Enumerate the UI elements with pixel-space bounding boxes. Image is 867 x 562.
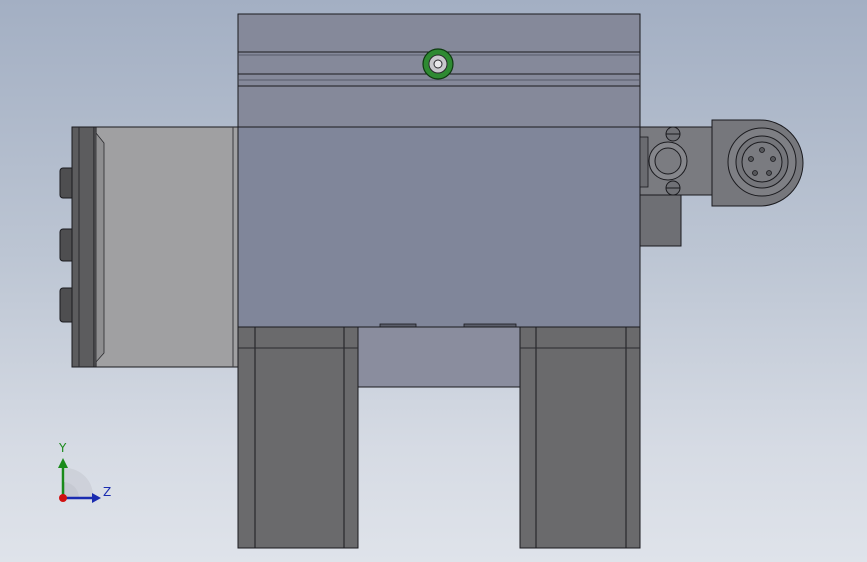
triad-y-label: Y <box>59 441 67 455</box>
main-block <box>237 126 641 328</box>
left-leg-body <box>237 326 359 549</box>
left-block-bevel <box>95 131 105 364</box>
green-screw[interactable] <box>422 48 454 80</box>
center-lower-block <box>357 326 521 388</box>
right-leg[interactable] <box>519 326 641 549</box>
left-cap-assembly[interactable] <box>59 126 239 368</box>
screw-center <box>433 59 443 69</box>
plug-pin-1 <box>759 147 765 153</box>
plug-pin-3 <box>770 156 776 162</box>
triad-z-arrow <box>92 493 101 503</box>
connector-lower-block <box>639 194 682 247</box>
plug-pin-5 <box>766 170 772 176</box>
left-leg[interactable] <box>237 326 359 549</box>
connector-side-plate <box>639 136 649 188</box>
triad-z-label: Z <box>103 485 112 499</box>
plug-pin-2 <box>748 156 754 162</box>
left-grey-block <box>95 126 239 368</box>
right-connector-assembly[interactable] <box>639 119 804 247</box>
triad-y-arrow <box>58 458 68 468</box>
triad-plane-quadrant <box>65 468 94 497</box>
triad-origin <box>59 494 67 502</box>
right-leg-body <box>519 326 641 549</box>
cad-model-view[interactable] <box>0 0 867 562</box>
left-flange-plate <box>71 126 95 368</box>
graphics-viewport[interactable]: Y Z <box>0 0 867 562</box>
axis-triad[interactable] <box>58 458 101 503</box>
connector-port-inner <box>654 147 682 175</box>
plug-pin-4 <box>752 170 758 176</box>
main-body-top[interactable] <box>237 13 641 128</box>
